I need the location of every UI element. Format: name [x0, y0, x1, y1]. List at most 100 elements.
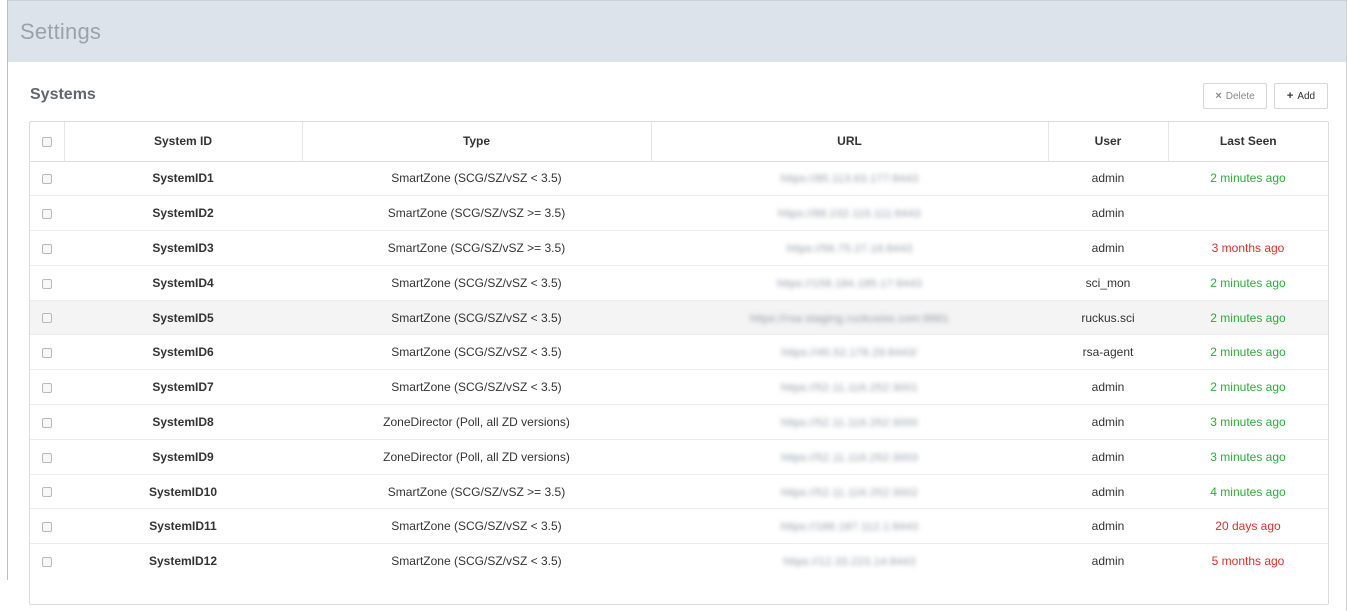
url-text-redacted: https://45.52.178.29:8443/ [781, 347, 918, 360]
cell-system-id: SystemID7 [64, 369, 302, 405]
table-row[interactable]: SystemID9 ZoneDirector (Poll, all ZD vers… [30, 438, 1328, 475]
row-checkbox[interactable] [42, 487, 52, 498]
table-row[interactable]: SystemID5 SmartZone (SCG/SZ/vSZ < 3.5) htt… [30, 299, 1328, 335]
row-checkbox-cell [30, 404, 64, 440]
table-row[interactable]: SystemID11 SmartZone (SCG/SZ/vSZ < 3.5) ht… [30, 508, 1328, 544]
cell-type: SmartZone (SCG/SZ/vSZ >= 3.5) [302, 195, 651, 231]
settings-header: Settings [8, 0, 1346, 62]
url-text-redacted: https://52.11.116.252:3000 [780, 416, 919, 429]
cell-system-id: SystemID4 [64, 264, 302, 301]
row-checkbox-cell [30, 438, 64, 475]
cell-system-id: SystemID6 [64, 334, 302, 370]
url-text-redacted: https://158.184.185.17:8443 [776, 277, 923, 290]
table-header-row: System ID Type URL User Last Seen [30, 122, 1328, 162]
column-header-url[interactable]: URL [650, 122, 1048, 162]
cell-user: admin [1048, 195, 1168, 231]
column-header-system-id[interactable]: System ID [63, 122, 302, 162]
row-checkbox[interactable] [42, 313, 52, 324]
cell-url: https://45.52.178.29:8443/ [651, 334, 1048, 370]
row-checkbox-cell [30, 299, 64, 335]
cell-last-seen: 2 minutes ago [1210, 171, 1286, 186]
row-checkbox-cell [30, 543, 64, 579]
table-row[interactable]: SystemID7 SmartZone (SCG/SZ/vSZ < 3.5) htt… [30, 369, 1328, 405]
row-checkbox[interactable] [42, 383, 52, 393]
row-checkbox[interactable] [42, 522, 52, 533]
cell-type: SmartZone (SCG/SZ/vSZ < 3.5) [302, 508, 651, 544]
row-checkbox-cell [30, 264, 64, 301]
systems-table: System ID Type URL User Last Seen System… [29, 121, 1329, 605]
cell-last-seen [1168, 195, 1328, 231]
row-checkbox-cell [30, 334, 64, 370]
cell-user: admin [1048, 473, 1168, 509]
cell-type: SmartZone (SCG/SZ/vSZ >= 3.5) [302, 473, 651, 509]
cell-user: admin [1091, 171, 1125, 186]
table-row[interactable]: SystemID12 SmartZone (SCG/SZ/vSZ < 3.5) ht… [30, 543, 1328, 579]
url-text-redacted: https://12.33.223.14:8443 [783, 556, 916, 569]
cell-user: ruckus.sci [1048, 299, 1168, 335]
row-checkbox[interactable] [42, 417, 52, 428]
url-text-redacted: https://56.75.27.16:8443 [786, 242, 913, 255]
cell-user: admin [1048, 438, 1168, 475]
cell-last-seen: 2 minutes ago [1168, 299, 1328, 335]
cell-url: https://52.11.116.252:3000 [651, 404, 1048, 440]
row-checkbox[interactable] [42, 209, 52, 220]
cell-url: https://88.232.115.111:8443 [651, 195, 1048, 231]
systems-panel: Systems × Delete + Add System ID Type UR… [14, 62, 1340, 611]
table-row[interactable]: SystemID1 SmartZone (SCG/SZ/vSZ < 3.5) htt… [30, 161, 1328, 196]
cell-system-id: SystemID8 [64, 404, 302, 440]
row-checkbox[interactable] [42, 557, 52, 568]
cell-system-id: SystemID10 [64, 473, 302, 509]
close-icon: × [1215, 89, 1222, 102]
add-button-label: Add [1297, 90, 1316, 102]
row-checkbox-cell [30, 473, 64, 509]
table-row[interactable]: SystemID10 SmartZone (SCG/SZ/vSZ >= 3.5) h… [30, 473, 1328, 509]
cell-type: ZoneDirector (Poll, all ZD versions) [302, 438, 651, 475]
row-checkbox[interactable] [42, 278, 52, 289]
cell-system-id: SystemID2 [64, 195, 302, 231]
cell-user: sci_mon [1048, 264, 1168, 301]
cell-last-seen: 5 months ago [1168, 543, 1328, 579]
row-checkbox-cell [30, 195, 64, 231]
cell-url: https://12.33.223.14:8443 [651, 543, 1048, 579]
row-checkbox[interactable] [42, 174, 52, 185]
url-text-redacted: https://85.113.63.177:8443 [780, 173, 919, 186]
cell-system-id: SystemID5 [64, 299, 302, 335]
table-row[interactable]: SystemID8 ZoneDirector (Poll, all ZD vers… [30, 404, 1328, 440]
cell-url: https://rsa-staging.ruckusiss.com:8881 [651, 299, 1048, 335]
row-checkbox[interactable] [42, 243, 52, 254]
window-left-border [7, 0, 8, 580]
row-checkbox[interactable] [42, 348, 52, 359]
column-header-last-seen[interactable]: Last Seen [1167, 122, 1328, 162]
url-text-redacted: https://rsa-staging.ruckusiss.com:8881 [749, 312, 950, 325]
url-text-redacted: https://88.232.115.111:8443 [778, 208, 921, 221]
cell-last-seen: 3 minutes ago [1168, 404, 1328, 440]
table-row[interactable]: SystemID4 SmartZone (SCG/SZ/vSZ < 3.5) htt… [30, 264, 1328, 301]
delete-button-label: Delete [1225, 90, 1255, 102]
delete-button[interactable]: × Delete [1203, 83, 1267, 109]
column-header-user[interactable]: User [1047, 122, 1168, 162]
cell-user: admin [1048, 404, 1168, 440]
url-text-redacted: https://52.11.116.252:3001 [780, 382, 919, 395]
url-text-redacted: https://52.11.116.252:3003 [780, 451, 919, 464]
table-row[interactable]: SystemID6 SmartZone (SCG/SZ/vSZ < 3.5) htt… [30, 334, 1328, 370]
select-all-checkbox[interactable] [41, 137, 52, 148]
column-header-type[interactable]: Type [301, 122, 651, 162]
cell-type: SmartZone (SCG/SZ/vSZ < 3.5) [302, 299, 651, 335]
cell-type: SmartZone (SCG/SZ/vSZ < 3.5) [302, 334, 651, 370]
cell-last-seen: 2 minutes ago [1168, 334, 1328, 370]
select-all-cell [30, 122, 64, 162]
cell-system-id: SystemID12 [64, 543, 302, 579]
cell-type: SmartZone (SCG/SZ/vSZ < 3.5) [302, 543, 651, 579]
row-checkbox-cell [30, 369, 64, 405]
cell-url: https://52.11.116.252:3001 [651, 369, 1048, 405]
table-row[interactable]: SystemID2 SmartZone (SCG/SZ/vSZ >= 3.5) ht… [30, 195, 1328, 231]
cell-last-seen: 3 months ago [1168, 230, 1328, 266]
table-row[interactable]: SystemID3 SmartZone (SCG/SZ/vSZ >= 3.5) ht… [30, 230, 1328, 266]
cell-user: admin [1048, 230, 1168, 266]
cell-url: https://186.187.112.1:8443 [651, 508, 1048, 544]
cell-user: admin [1048, 508, 1168, 544]
cell-last-seen: 2 minutes ago [1168, 369, 1328, 405]
add-button[interactable]: + Add [1274, 83, 1328, 109]
row-checkbox[interactable] [42, 452, 52, 463]
cell-type: ZoneDirector (Poll, all ZD versions) [302, 404, 651, 440]
